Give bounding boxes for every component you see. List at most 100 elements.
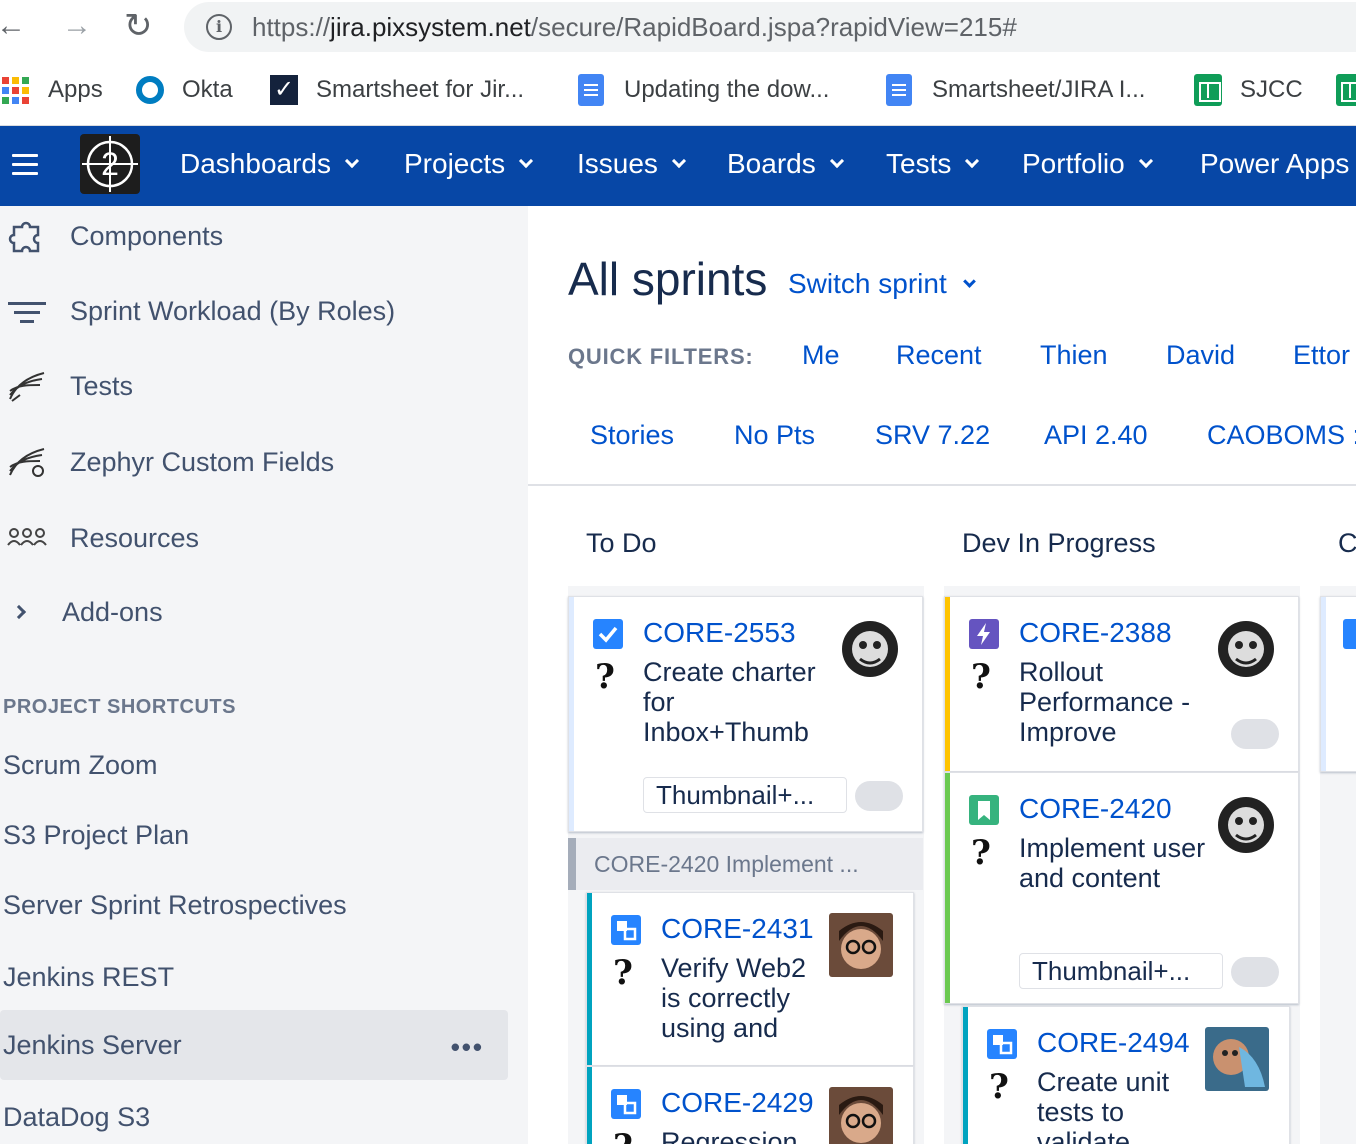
- smartsheet-icon: ✓: [270, 75, 300, 105]
- nav-label: Power Apps: [1200, 148, 1350, 179]
- quick-filter-ettor[interactable]: Ettor: [1293, 340, 1350, 371]
- quick-filter-no-pts[interactable]: No Pts: [734, 420, 815, 451]
- app-logo[interactable]: 2: [80, 134, 140, 194]
- jira-top-nav: 2 Dashboards Projects Issues Boards Test…: [0, 126, 1356, 206]
- zephyr-fields-icon: [9, 448, 45, 477]
- question-icon: ?: [971, 833, 991, 873]
- issue-key[interactable]: CORE-2494: [1037, 1027, 1190, 1059]
- sidebar-item-sprint-workload[interactable]: Sprint Workload (By Roles): [0, 281, 528, 341]
- nav-power-apps[interactable]: Power Apps: [1200, 148, 1349, 180]
- bookmark-updating-the-doc[interactable]: Updating the dow...: [578, 72, 829, 108]
- google-sheets-icon: [1194, 74, 1224, 106]
- shortcut-s3-project-plan[interactable]: S3 Project Plan: [0, 800, 508, 870]
- board-main: All sprints Switch sprint QUICK FILTERS:…: [528, 206, 1356, 1144]
- chevron-down-icon: [962, 274, 976, 288]
- bookmark-smartsheet-jira[interactable]: Smartsheet/JIRA I...: [886, 72, 1145, 108]
- nav-tests[interactable]: Tests: [886, 148, 980, 180]
- issue-card-core-2420[interactable]: CORE-2420 ? Implement user and content T…: [944, 772, 1299, 1004]
- people-icon: [7, 528, 47, 546]
- sidebar-item-add-ons[interactable]: Add-ons: [0, 582, 528, 642]
- forward-arrow-icon[interactable]: →: [62, 8, 92, 44]
- sidebar-item-components[interactable]: Components: [0, 206, 528, 266]
- logo-crosshair-icon: 2: [82, 136, 138, 192]
- url-text[interactable]: https://jira.pixsystem.net/secure/RapidB…: [252, 12, 1017, 43]
- issue-card-core-2553[interactable]: CORE-2553 ? Create charter for Inbox+Thu…: [568, 596, 923, 832]
- shortcut-label: DataDog S3: [3, 1101, 151, 1132]
- quick-filter-me[interactable]: Me: [802, 340, 840, 371]
- back-arrow-icon[interactable]: ←: [0, 8, 26, 44]
- subtask-icon: [611, 915, 641, 945]
- sidebar-item-zephyr-custom-fields[interactable]: Zephyr Custom Fields: [0, 432, 528, 492]
- chevron-down-icon: [519, 153, 534, 169]
- chevron-down-icon: [1138, 153, 1153, 169]
- switch-sprint-label: Switch sprint: [788, 268, 947, 299]
- shortcut-label: Jenkins REST: [3, 961, 175, 992]
- nav-issues[interactable]: Issues: [577, 148, 687, 180]
- hamburger-menu-icon[interactable]: [12, 154, 38, 176]
- subtask-parent-row[interactable]: CORE-2420 Implement ...: [568, 838, 923, 890]
- bookmark-sjcc[interactable]: SJCC: [1194, 72, 1303, 108]
- quick-filter-api-240[interactable]: API 2.40: [1044, 420, 1148, 451]
- estimate-badge: [1231, 719, 1279, 749]
- filter-icon: [8, 302, 46, 323]
- issue-key[interactable]: CORE-2431: [661, 913, 814, 945]
- shortcut-label: S3 Project Plan: [3, 819, 190, 850]
- issue-card-core-2388[interactable]: CORE-2388 ? Rollout Performance - Improv…: [944, 596, 1299, 772]
- nav-dashboards[interactable]: Dashboards: [180, 148, 360, 180]
- sidebar-item-label: Components: [70, 220, 224, 251]
- google-docs-icon: [578, 74, 608, 106]
- bookmark-smartsheet-for-jira[interactable]: ✓ Smartsheet for Jir...: [270, 72, 524, 108]
- shortcut-server-sprint-retrospectives[interactable]: Server Sprint Retrospectives: [0, 870, 508, 940]
- nav-label: Issues: [577, 148, 658, 179]
- nav-projects[interactable]: Projects: [404, 148, 534, 180]
- quick-filter-srv-722[interactable]: SRV 7.22: [875, 420, 990, 451]
- sidebar-item-label: Sprint Workload (By Roles): [70, 295, 396, 326]
- question-icon: ?: [989, 1067, 1009, 1107]
- sidebar-item-resources[interactable]: Resources: [0, 508, 528, 568]
- issue-key[interactable]: CORE-2553: [643, 617, 796, 649]
- quick-filter-stories[interactable]: Stories: [590, 420, 674, 451]
- issue-card-partial[interactable]: [1320, 596, 1356, 772]
- shortcut-scrum-zoom[interactable]: Scrum Zoom: [0, 730, 508, 800]
- card-accent: [945, 773, 950, 1003]
- bookmark-apps[interactable]: Apps: [2, 72, 103, 108]
- shortcut-datadog-s3[interactable]: DataDog S3: [0, 1082, 508, 1144]
- estimate-badge: [855, 781, 903, 811]
- quick-filter-recent[interactable]: Recent: [896, 340, 982, 371]
- shortcut-label: Server Sprint Retrospectives: [3, 889, 347, 920]
- issue-card-core-2494[interactable]: CORE-2494 ? Create unit tests to validat…: [962, 1006, 1290, 1144]
- zephyr-icon: [9, 372, 45, 402]
- sidebar-item-tests[interactable]: Tests: [0, 356, 528, 416]
- quick-filter-caoboms[interactable]: CAOBOMS :: [1207, 420, 1356, 451]
- address-bar[interactable]: i https://jira.pixsystem.net/secure/Rapi…: [184, 2, 1356, 52]
- more-options-icon[interactable]: •••: [451, 1032, 484, 1063]
- column-header-to-do: To Do: [586, 528, 657, 558]
- issue-key[interactable]: CORE-2388: [1019, 617, 1172, 649]
- reload-icon[interactable]: ↻: [124, 8, 153, 44]
- issue-key[interactable]: CORE-2429: [661, 1087, 814, 1119]
- site-info-icon[interactable]: i: [206, 14, 232, 40]
- issue-card-core-2429[interactable]: CORE-2429 ? Regression: [586, 1066, 914, 1144]
- card-accent: [1321, 597, 1326, 771]
- nav-portfolio[interactable]: Portfolio: [1022, 148, 1153, 180]
- estimate-badge: [1231, 957, 1279, 987]
- filters-divider: [528, 484, 1356, 486]
- issue-card-core-2431[interactable]: CORE-2431 ? Verify Web2 is correctly usi…: [586, 892, 914, 1066]
- quick-filter-david[interactable]: David: [1166, 340, 1235, 371]
- nav-boards[interactable]: Boards: [727, 148, 844, 180]
- shortcut-jenkins-server[interactable]: Jenkins Server •••: [0, 1010, 508, 1080]
- card-accent: [569, 597, 574, 831]
- bookmark-okta[interactable]: Okta: [136, 72, 233, 108]
- bookmark-label: Okta: [182, 76, 233, 103]
- issue-summary: Regression: [661, 1127, 798, 1144]
- logo-text: 2: [101, 146, 119, 182]
- quick-filter-thien[interactable]: Thien: [1040, 340, 1108, 371]
- shortcut-jenkins-rest[interactable]: Jenkins REST: [0, 942, 508, 1012]
- switch-sprint-button[interactable]: Switch sprint: [788, 268, 976, 300]
- label-tag: Thumbnail+...: [643, 777, 847, 813]
- task-checkbox-icon: [593, 619, 623, 649]
- issue-key[interactable]: CORE-2420: [1019, 793, 1172, 825]
- url-scheme: https://: [252, 12, 331, 42]
- bookmark-overflow[interactable]: [1336, 72, 1356, 108]
- bookmark-label: SJCC: [1240, 76, 1303, 103]
